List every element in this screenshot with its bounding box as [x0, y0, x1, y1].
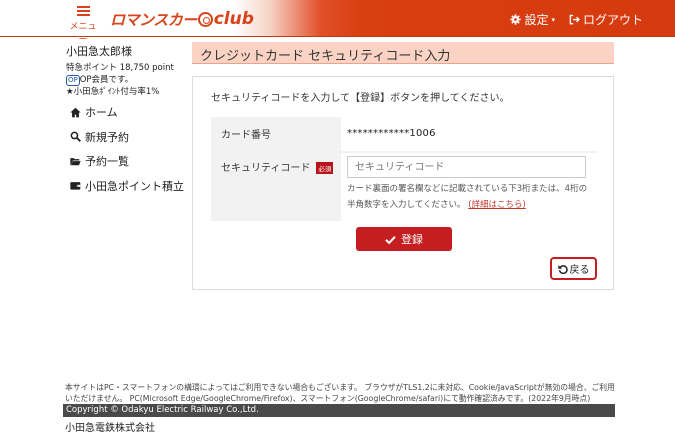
home-icon — [70, 107, 81, 118]
op-badge: OP — [66, 75, 80, 86]
points-line: 特急ポイント 18,750 point — [66, 63, 174, 73]
logout-link[interactable]: ログアウト — [569, 11, 643, 28]
back-label: 戻る — [569, 265, 590, 276]
folder-open-icon — [70, 157, 81, 166]
sidebar-item-point-savings[interactable]: 小田急ポイント積立 — [70, 174, 184, 199]
register-label: 登録 — [401, 233, 423, 246]
user-info: 小田急太郎様 特急ポイント 18,750 point OP OP会員です。 ★小田… — [66, 43, 186, 98]
member-text: OP会員です。 — [79, 75, 134, 85]
page-title: クレジットカード セキュリティコード入力 — [200, 49, 451, 64]
sidebar-item-label: ホーム — [85, 106, 118, 120]
security-code-input[interactable] — [347, 156, 586, 178]
user-name: 小田急太郎様 — [66, 45, 132, 58]
gear-icon — [510, 14, 522, 25]
card-number-value: ************1006 — [347, 128, 436, 139]
at-mark-icon — [197, 11, 213, 27]
logo-romance-text: ロマンスカー — [110, 10, 197, 29]
rate-line: ★小田急ﾎﾟｲﾝﾄ付与率1% — [66, 87, 160, 97]
menu-label: メニュー — [69, 22, 97, 45]
instruction-text: セキュリティコードを入力して【登録】ボタンを押してください。 — [211, 93, 510, 104]
logo-club-text: club — [213, 9, 254, 29]
caret-down-icon: ▾ — [551, 15, 555, 24]
sidebar-item-reservation-list[interactable]: 予約一覧 — [70, 149, 184, 174]
copyright-bar: Copyright © Odakyu Electric Railway Co.,… — [63, 404, 615, 417]
sign-out-icon — [569, 14, 580, 25]
required-badge: 必須 — [316, 162, 334, 174]
wallet-icon — [70, 182, 81, 190]
security-code-help: カード裏面の署名欄などに記載されている下3桁または、4桁の半角数字を入力してくだ… — [347, 181, 593, 213]
settings-label: 設定 — [524, 13, 549, 27]
hamburger-icon — [76, 6, 90, 16]
search-icon — [70, 131, 81, 143]
card-form: カード番号 ************1006 セキュリティコード必須 カード裏面… — [211, 117, 597, 221]
member-line: OP OP会員です。 — [66, 74, 186, 86]
undo-icon — [557, 264, 568, 274]
header-actions: 設定 ▾ ログアウト — [510, 11, 643, 28]
romancecar-club-logo[interactable]: ロマンスカー club — [110, 9, 254, 29]
company-name: 小田急電鉄株式会社 — [65, 423, 155, 434]
sidebar-item-label: 予約一覧 — [85, 155, 129, 169]
page-title-bar: クレジットカード セキュリティコード入力 — [192, 42, 614, 64]
details-link[interactable]: (詳細はこちら) — [468, 200, 526, 210]
copyright-text: Copyright © Odakyu Electric Railway Co.,… — [66, 405, 259, 415]
sidebar-item-label: 新規予約 — [85, 130, 129, 144]
logout-label: ログアウト — [582, 13, 643, 27]
sidebar-nav: ホーム 新規予約 予約一覧 小田急ポイント積立 — [70, 100, 184, 198]
check-icon — [385, 235, 396, 244]
sidebar-item-new-reservation[interactable]: 新規予約 — [70, 125, 184, 150]
security-code-label: セキュリティコード — [221, 163, 311, 174]
sidebar-item-label: 小田急ポイント積立 — [85, 179, 184, 193]
menu-button[interactable]: メニュー — [66, 4, 100, 45]
card-number-label: カード番号 — [221, 130, 271, 141]
security-code-label-row: セキュリティコード 必須 — [221, 159, 334, 174]
security-code-panel: セキュリティコードを入力して【登録】ボタンを押してください。 カード番号 ***… — [192, 76, 614, 290]
back-button[interactable]: 戻る — [550, 257, 597, 280]
register-button[interactable]: 登録 — [356, 227, 452, 251]
settings-menu[interactable]: 設定 ▾ — [510, 11, 555, 28]
sidebar-item-home[interactable]: ホーム — [70, 100, 184, 125]
top-header: メニュー ロマンスカー club 設定 ▾ ログアウト — [0, 0, 675, 45]
browser-notice: 本サイトはPC・スマートフォンの構環によってはご利用できない場合もございます。 … — [65, 383, 615, 403]
